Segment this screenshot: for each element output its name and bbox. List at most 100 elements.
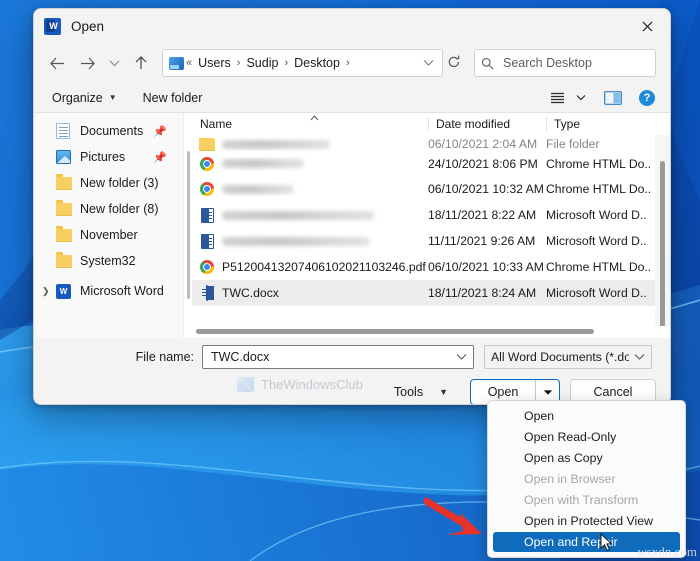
column-headers: Name Date modified Type xyxy=(192,113,670,135)
sidebar-item-system32[interactable]: System32 xyxy=(34,248,183,274)
help-button[interactable]: ? xyxy=(634,87,660,109)
cell-type: Chrome HTML Do.. xyxy=(546,156,652,171)
close-button[interactable] xyxy=(625,9,670,43)
folder-icon xyxy=(198,138,216,151)
cursor-icon xyxy=(600,532,613,552)
up-button[interactable] xyxy=(126,48,156,78)
file-list-vertical-scrollbar[interactable] xyxy=(660,161,665,333)
dialog-titlebar: W Open xyxy=(34,9,670,43)
new-folder-button[interactable]: New folder xyxy=(137,89,209,107)
search-input[interactable] xyxy=(501,55,649,71)
table-row[interactable]: 11/11/2021 9:26 AM Microsoft Word D.. xyxy=(192,228,670,254)
sidebar-item-pictures[interactable]: Pictures 📌 xyxy=(34,144,183,170)
watermark-label: TheWindowsClub xyxy=(261,377,363,392)
word-doc-icon xyxy=(198,233,216,249)
table-row[interactable]: 06/10/2021 10:32 AM Chrome HTML Do.. xyxy=(192,176,670,202)
sidebar-item-label: Microsoft Word xyxy=(80,284,164,298)
word-doc-icon xyxy=(198,207,216,223)
source-watermark: wsxdn.com xyxy=(637,544,697,559)
pane-splitter[interactable] xyxy=(184,113,192,338)
file-type-combobox[interactable]: All Word Documents (*.docx;*.ι xyxy=(484,345,652,369)
preview-pane-button[interactable] xyxy=(600,87,626,109)
file-name-dropdown-button[interactable] xyxy=(451,352,471,363)
close-icon xyxy=(642,21,653,31)
breadcrumb-sep-3: › xyxy=(345,57,350,69)
cell-date-modified: 06/10/2021 2:04 AM xyxy=(428,137,538,151)
cell-type: Microsoft Word D.. xyxy=(546,208,647,222)
back-button[interactable] xyxy=(42,48,72,78)
table-row[interactable]: 24/10/2021 8:06 PM Chrome HTML Do.. xyxy=(192,151,670,176)
menu-item-open-read-only[interactable]: Open Read-Only xyxy=(493,427,680,447)
file-type-dropdown-button[interactable] xyxy=(629,352,649,363)
sidebar-item-label: System32 xyxy=(80,254,136,268)
sidebar-item-new-folder-8[interactable]: New folder (8) xyxy=(34,196,183,222)
navigation-pane-scrollbar[interactable] xyxy=(187,151,190,299)
address-dropdown-button[interactable] xyxy=(418,58,438,69)
sidebar-item-new-folder-3[interactable]: New folder (3) xyxy=(34,170,183,196)
navigation-bar: « Users › Sudip › Desktop › xyxy=(34,43,670,83)
column-divider-1[interactable] xyxy=(428,117,429,131)
file-name-row: File name: All Word Documents (*.docx;*.… xyxy=(48,344,656,370)
table-row[interactable]: TWC.docx 18/11/2021 8:24 AM Microsoft Wo… xyxy=(192,280,670,306)
sidebar-item-label: Pictures xyxy=(80,150,126,164)
table-row[interactable]: 06/10/2021 2:04 AM File folder xyxy=(192,135,670,151)
column-header-date-modified[interactable]: Date modified xyxy=(428,117,546,131)
sidebar-item-label: New folder (8) xyxy=(80,202,159,216)
file-list-horizontal-scrollbar-track[interactable] xyxy=(192,326,670,338)
sidebar-item-documents[interactable]: Documents 📌 xyxy=(34,118,183,144)
cell-type: Chrome HTML Do.. xyxy=(546,182,652,196)
dialog-body: Documents 📌 Pictures 📌 New folder (3) Ne… xyxy=(34,113,670,338)
refresh-button[interactable] xyxy=(443,55,465,72)
cell-type: Microsoft Word D.. xyxy=(546,286,647,300)
menu-item-open[interactable]: Open xyxy=(493,406,680,426)
sidebar-item-microsoft-word[interactable]: ❯ W Microsoft Word xyxy=(34,278,183,304)
back-arrow-icon xyxy=(49,57,64,69)
sidebar-item-label: Documents xyxy=(80,124,144,138)
open-dialog-window: W Open « Users › Sudip › Desktop › Searc… xyxy=(33,8,671,405)
organize-button[interactable]: Organize ▼ xyxy=(46,89,123,107)
new-folder-label: New folder xyxy=(142,90,203,105)
word-app-icon: W xyxy=(56,283,73,299)
breadcrumb-item-users[interactable]: Users xyxy=(194,56,235,70)
chevron-down-icon xyxy=(456,353,466,360)
cell-name xyxy=(192,233,428,249)
breadcrumb-item-sudip[interactable]: Sudip xyxy=(242,56,282,70)
chrome-icon xyxy=(198,260,216,274)
address-bar[interactable]: « Users › Sudip › Desktop › xyxy=(162,49,443,77)
table-row[interactable]: 18/11/2021 8:22 AM Microsoft Word D.. xyxy=(192,202,670,228)
menu-item-open-as-copy[interactable]: Open as Copy xyxy=(493,448,680,468)
view-options-button[interactable] xyxy=(544,87,570,109)
search-box[interactable] xyxy=(474,49,656,77)
command-bar-right-group: ? xyxy=(544,87,660,109)
documents-icon xyxy=(56,123,73,139)
file-name-input[interactable] xyxy=(209,349,451,365)
chevron-down-icon: ▼ xyxy=(108,93,117,102)
table-row[interactable]: P51200413207406102021103246.pdf 06/10/20… xyxy=(192,254,670,280)
tools-button[interactable]: Tools ▼ xyxy=(386,382,456,402)
breadcrumb-overflow[interactable]: « xyxy=(184,57,194,69)
pictures-icon xyxy=(56,149,73,165)
view-options-dropdown[interactable] xyxy=(572,87,590,109)
chevron-down-icon xyxy=(109,60,119,67)
recent-locations-button[interactable] xyxy=(102,48,126,78)
cell-name xyxy=(192,138,428,151)
chevron-down-icon xyxy=(634,353,644,360)
cell-date-modified: 18/11/2021 8:22 AM xyxy=(428,208,537,222)
chevron-right-icon[interactable]: ❯ xyxy=(42,286,50,297)
red-arrow-annotation xyxy=(422,497,494,550)
menu-item-open-with-transform: Open with Transform xyxy=(524,493,639,507)
column-header-type[interactable]: Type xyxy=(546,117,656,131)
word-doc-icon xyxy=(198,285,216,301)
forward-button[interactable] xyxy=(72,48,102,78)
menu-item-open-in-protected-view[interactable]: Open in Protected View xyxy=(493,511,680,531)
help-icon: ? xyxy=(639,89,655,106)
blurred-file-name xyxy=(222,140,330,149)
file-name-combobox[interactable] xyxy=(202,345,474,369)
column-divider-2[interactable] xyxy=(546,117,547,131)
breadcrumb-item-desktop[interactable]: Desktop xyxy=(290,56,344,70)
file-list-horizontal-scrollbar[interactable] xyxy=(196,329,594,334)
folder-icon xyxy=(56,174,73,191)
sidebar-item-november[interactable]: November xyxy=(34,222,183,248)
cell-name: P51200413207406102021103246.pdf xyxy=(192,260,428,274)
chevron-down-icon xyxy=(423,59,433,66)
